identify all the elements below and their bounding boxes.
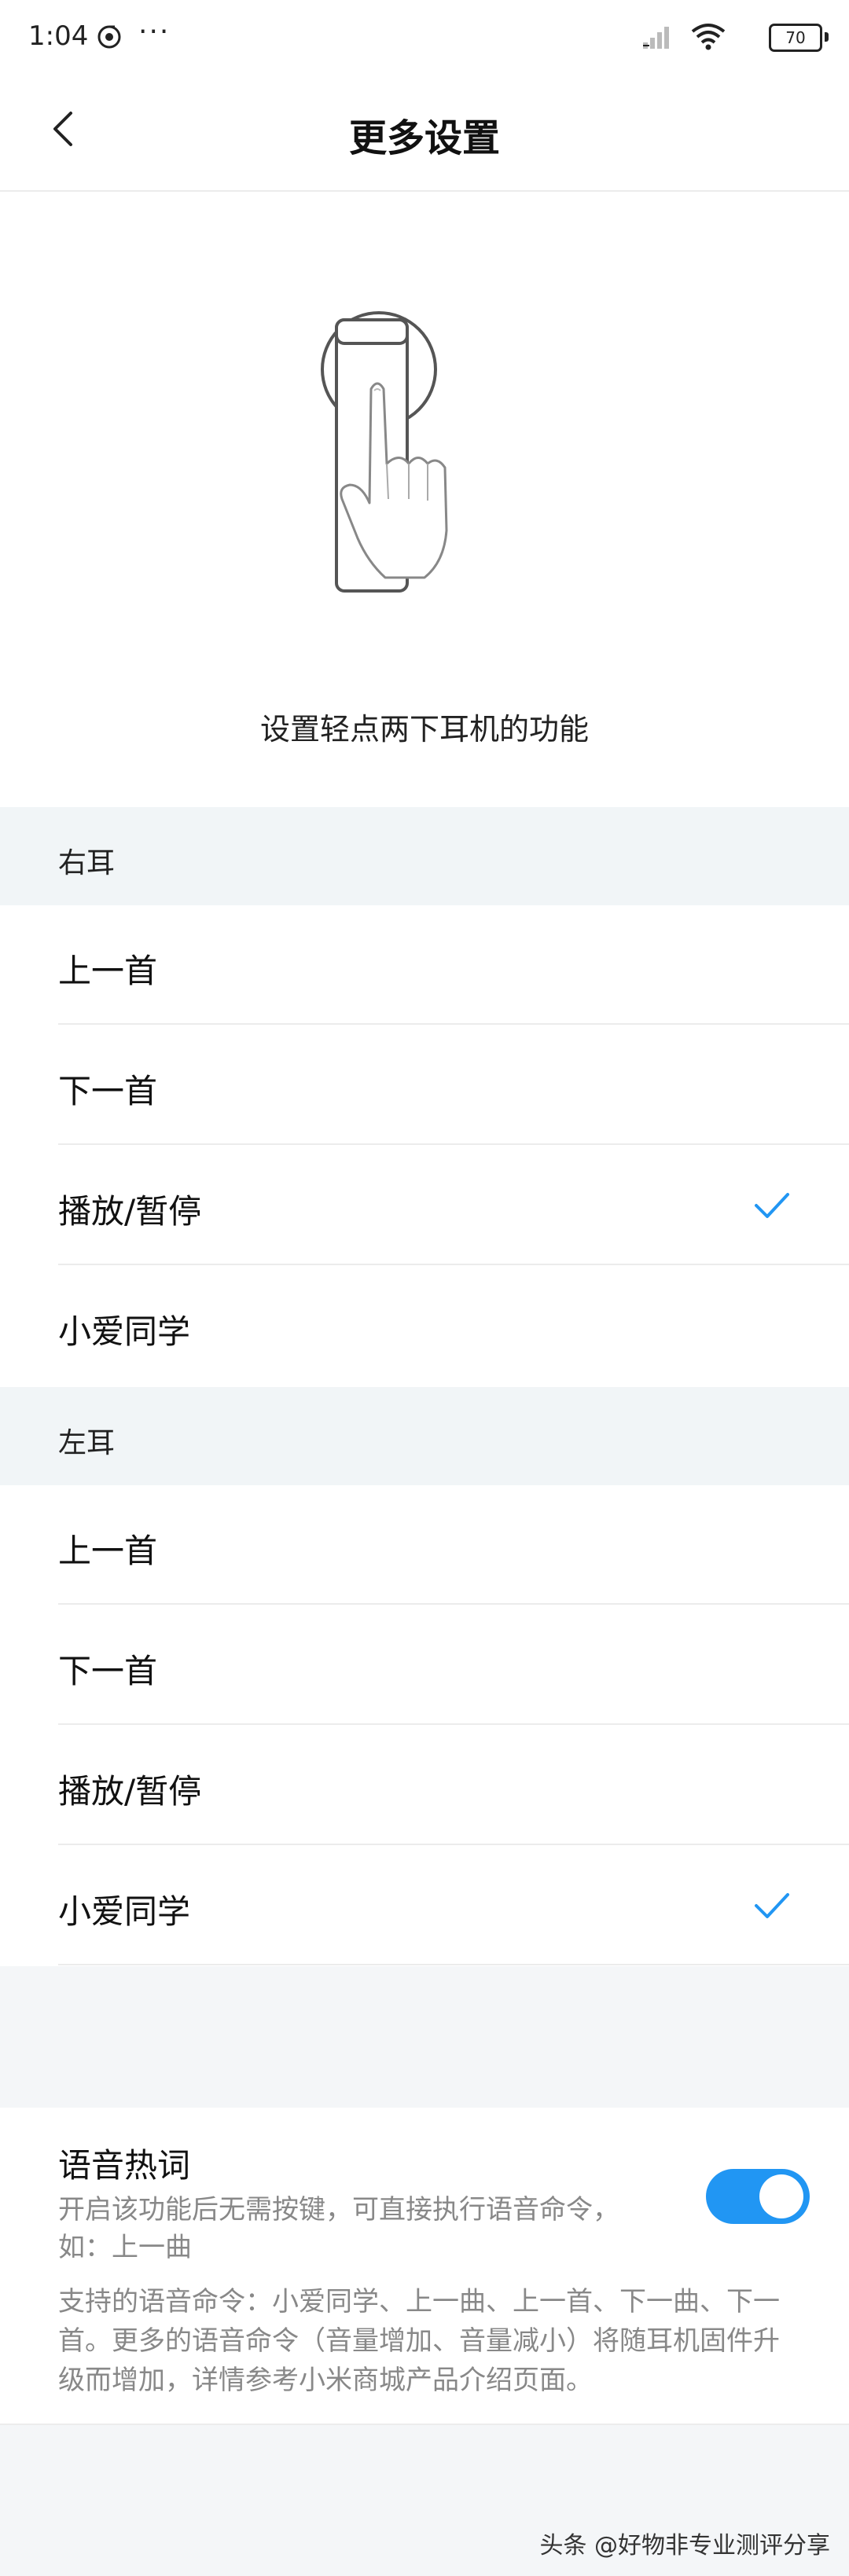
wifi-icon (690, 22, 726, 53)
voice-hotword-title: 语音热词 (58, 2146, 191, 2185)
voice-hotword-description: 开启该功能后无需按键，可直接执行语音命令，如：上一曲 (58, 2194, 619, 2263)
more-notifications-icon: ··· (138, 16, 171, 48)
left-ear-option-xiaoai[interactable]: 小爱同学 (0, 1846, 849, 1965)
checkmark-icon (753, 1187, 791, 1224)
voice-hotword-toggle[interactable] (706, 2169, 810, 2224)
divider (58, 1143, 849, 1145)
voice-hotword-note: 支持的语音命令：小爱同学、上一曲、上一首、下一曲、下一首。更多的语音命令（音量增… (58, 2286, 780, 2396)
checkmark-icon (753, 1887, 791, 1925)
right-ear-option-play-pause[interactable]: 播放/暂停 (0, 1146, 849, 1265)
watermark: 头条 @好物非专业测评分享 (539, 2532, 830, 2559)
divider (58, 1023, 849, 1025)
option-label: 下一首 (58, 1652, 158, 1690)
right-ear-option-previous[interactable]: 上一首 (0, 905, 849, 1025)
section-title-right-ear: 右耳 (58, 847, 116, 879)
right-ear-option-xiaoai[interactable]: 小爱同学 (0, 1266, 849, 1385)
option-label: 小爱同学 (58, 1312, 191, 1351)
right-ear-option-next[interactable]: 下一首 (0, 1026, 849, 1145)
divider (58, 1723, 849, 1725)
battery-level: 70 (785, 28, 806, 47)
section-header-right-ear: 右耳 (0, 807, 849, 905)
section-spacer (0, 1966, 849, 2108)
divider (58, 1844, 849, 1845)
page-title: 更多设置 (348, 116, 500, 160)
app-notification-icon (96, 24, 123, 53)
section-header-left-ear: 左耳 (0, 1387, 849, 1485)
footer-area: 头条 @好物非专业测评分享 (0, 2425, 849, 2576)
option-label: 下一首 (58, 1072, 158, 1110)
left-ear-option-play-pause[interactable]: 播放/暂停 (0, 1726, 849, 1845)
left-ear-option-next[interactable]: 下一首 (0, 1605, 849, 1725)
divider (58, 1964, 849, 1965)
option-label: 小爱同学 (58, 1892, 191, 1931)
option-label: 播放/暂停 (58, 1772, 202, 1811)
signal-icon (641, 24, 673, 53)
option-label: 上一首 (58, 952, 158, 990)
divider (58, 1603, 849, 1605)
earbud-tap-illustration (299, 303, 464, 601)
divider (58, 1264, 849, 1265)
section-title-left-ear: 左耳 (58, 1427, 116, 1459)
illustration-caption: 设置轻点两下耳机的功能 (259, 712, 589, 747)
app-header: 更多设置 (0, 75, 849, 192)
battery-icon: 70 (769, 24, 822, 52)
option-label: 播放/暂停 (58, 1192, 202, 1231)
toggle-knob (759, 2174, 803, 2218)
battery-nub (825, 32, 829, 42)
option-label: 上一首 (58, 1532, 158, 1570)
status-bar: 1:04 ··· 70 (0, 0, 849, 75)
status-time: 1:04 (28, 20, 89, 52)
voice-hotword-card: 语音热词 开启该功能后无需按键，可直接执行语音命令，如：上一曲 支持的语音命令：… (0, 2108, 849, 2425)
left-ear-option-previous[interactable]: 上一首 (0, 1485, 849, 1605)
